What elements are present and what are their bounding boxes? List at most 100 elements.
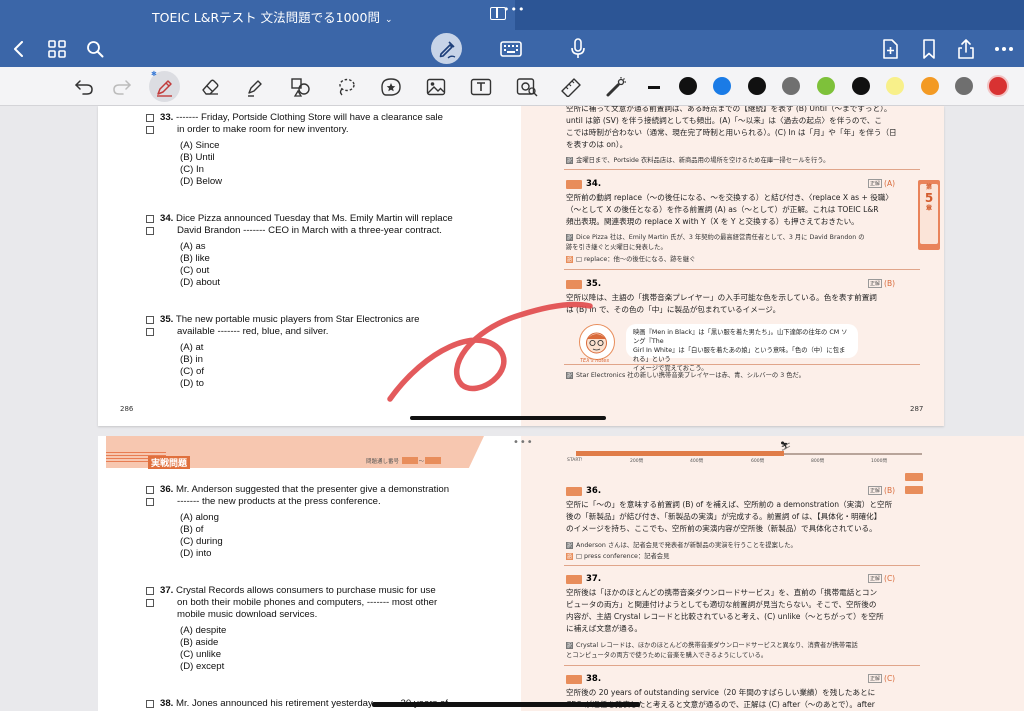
question-33: 33. ------- Friday, Portside Clothing St… xyxy=(146,112,443,188)
question-34: 34. Dice Pizza announced Tuesday that Ms… xyxy=(146,213,453,289)
bookmark-icon[interactable] xyxy=(916,36,942,62)
answer-38: 正解 (C) xyxy=(868,674,896,683)
checkbox[interactable] xyxy=(146,227,154,235)
explanation-36-header: 36. xyxy=(566,486,601,496)
next-page-edge xyxy=(944,436,1024,711)
option: (C) out xyxy=(180,265,210,276)
translation-35: 訳 Star Electronics 社の新しい携帯音楽プレイヤーは赤、青、シルバ… xyxy=(566,372,805,379)
answer-35: 正解 (B) xyxy=(868,279,896,288)
explanation-37-header: 37. xyxy=(566,574,601,584)
title-bar: TOEIC L&Rテスト 文法問題でる1000問 ⌄ ••• xyxy=(0,0,1024,30)
option: (A) along xyxy=(180,512,219,523)
microphone-icon[interactable] xyxy=(565,36,591,62)
more-icon[interactable] xyxy=(991,36,1017,62)
checkbox[interactable] xyxy=(146,114,154,122)
color-swatch-gray-2[interactable] xyxy=(955,77,973,95)
line-width-icon[interactable] xyxy=(648,86,660,89)
undo-icon[interactable] xyxy=(71,74,97,100)
range-chip xyxy=(401,457,418,464)
color-swatch-orange[interactable] xyxy=(921,77,939,95)
divider xyxy=(564,169,920,171)
side-index-chip xyxy=(905,486,923,494)
shapes-icon[interactable] xyxy=(288,74,314,100)
progress-tick: 1000問 xyxy=(871,459,887,464)
progress-tick: 800問 xyxy=(811,459,825,464)
question-tag xyxy=(566,486,582,496)
progress-tick: START! xyxy=(567,458,583,463)
answer-36: 正解 (B) xyxy=(868,486,896,495)
chevron-down-icon: ⌄ xyxy=(384,15,393,25)
range-chip xyxy=(425,457,442,464)
checkbox[interactable] xyxy=(146,587,154,595)
option: (B) in xyxy=(180,354,203,365)
explanation-36-text: 空所に「～の」を意味する前置詞 (B) of を補えば、空所前の a demon… xyxy=(566,500,893,533)
option: (A) despite xyxy=(180,625,227,636)
option: (B) Until xyxy=(180,152,215,163)
question-tag xyxy=(566,674,582,684)
home-indicator[interactable] xyxy=(372,702,640,707)
progress-tick: 400問 xyxy=(690,459,704,464)
back-chevron-icon[interactable] xyxy=(6,36,32,62)
checkbox[interactable] xyxy=(146,215,154,223)
checkbox[interactable] xyxy=(146,486,154,494)
redo-icon[interactable] xyxy=(109,74,135,100)
search-icon[interactable] xyxy=(82,36,108,62)
page-more-icon[interactable]: ••• xyxy=(513,437,534,448)
color-swatch-yellow[interactable] xyxy=(886,77,904,95)
bluetooth-icon: ✱ xyxy=(151,70,157,78)
checkbox[interactable] xyxy=(146,126,154,134)
option: (A) as xyxy=(180,241,206,252)
option: (C) In xyxy=(180,164,204,175)
option: (D) into xyxy=(180,548,212,559)
checkbox[interactable] xyxy=(146,328,154,336)
page-286-287[interactable]: 33. ------- Friday, Portside Clothing St… xyxy=(98,106,944,426)
checkbox[interactable] xyxy=(146,498,154,506)
sticker-icon[interactable] xyxy=(378,74,404,100)
textbox-icon[interactable] xyxy=(468,74,494,100)
camera-icon[interactable] xyxy=(514,74,540,100)
explanation-34-text: 空所前の動詞 replace（～の後任になる、～を交換する）と結び付き、〈rep… xyxy=(566,193,894,226)
page-divider-bar xyxy=(410,416,606,420)
translation-37: 訳 Crystal レコードは、ほかのほとんどの携帯音楽ダウンロードサービスと異な… xyxy=(566,642,858,649)
translation-37-cont: とコンピュータの両方で使うために音楽を購入できるようにしている。 xyxy=(566,652,768,659)
add-page-icon[interactable] xyxy=(877,36,903,62)
document-title-button[interactable]: TOEIC L&Rテスト 文法問題でる1000問 ⌄ xyxy=(152,7,393,26)
color-swatch-black-2[interactable] xyxy=(748,77,766,95)
page-288-289[interactable]: 実戦問題 問題通し番号 ～ 36. Mr. Anderson suggested… xyxy=(98,436,944,711)
color-swatch-black-3[interactable] xyxy=(852,77,870,95)
laser-icon[interactable] xyxy=(603,74,629,100)
checkbox[interactable] xyxy=(146,316,154,324)
explanation-35-header: 35. xyxy=(566,279,601,289)
option: (C) of xyxy=(180,366,204,377)
lasso-icon[interactable] xyxy=(333,74,359,100)
translation-34: 訳 Dice Pizza 社は、Emily Martin 氏が、3 年契約の最高経… xyxy=(566,234,865,241)
option: (C) during xyxy=(180,536,223,547)
share-icon[interactable] xyxy=(953,36,979,62)
chapter-tab[interactable]: 第 5 章 xyxy=(918,180,940,250)
color-swatch-green[interactable] xyxy=(817,77,835,95)
grid-icon[interactable] xyxy=(44,36,70,62)
option: (A) Since xyxy=(180,140,220,151)
color-swatch-gray[interactable] xyxy=(782,77,800,95)
option: (A) at xyxy=(180,342,204,353)
ruler-icon[interactable] xyxy=(558,74,584,100)
option: (B) like xyxy=(180,253,210,264)
color-swatch-blue[interactable] xyxy=(713,77,731,95)
highlighter-icon[interactable] xyxy=(242,74,268,100)
explanation-35-text: 空所以降は、主語の「携帯音楽プレイヤー」の入手可能な色を示している。色を表す前置… xyxy=(566,293,877,314)
color-swatch-black[interactable] xyxy=(679,77,697,95)
multitask-dots-icon[interactable]: ••• xyxy=(503,3,525,16)
eraser-icon[interactable] xyxy=(197,74,223,100)
question-36: 36. Mr. Anderson suggested that the pres… xyxy=(146,484,449,560)
color-swatch-red-selected[interactable] xyxy=(987,75,1009,97)
question-tag xyxy=(566,179,582,189)
checkbox[interactable] xyxy=(146,700,154,708)
keyboard-icon[interactable] xyxy=(498,36,524,62)
divider xyxy=(564,665,920,667)
checkbox[interactable] xyxy=(146,599,154,607)
option: (D) about xyxy=(180,277,220,288)
pen-mode-icon[interactable] xyxy=(431,33,462,64)
annotation-toolbar: ✱ xyxy=(0,67,1024,106)
image-icon[interactable] xyxy=(423,74,449,100)
vocab-34: 語 □ replace：他～の後任になる、跡を継ぐ xyxy=(566,256,696,263)
